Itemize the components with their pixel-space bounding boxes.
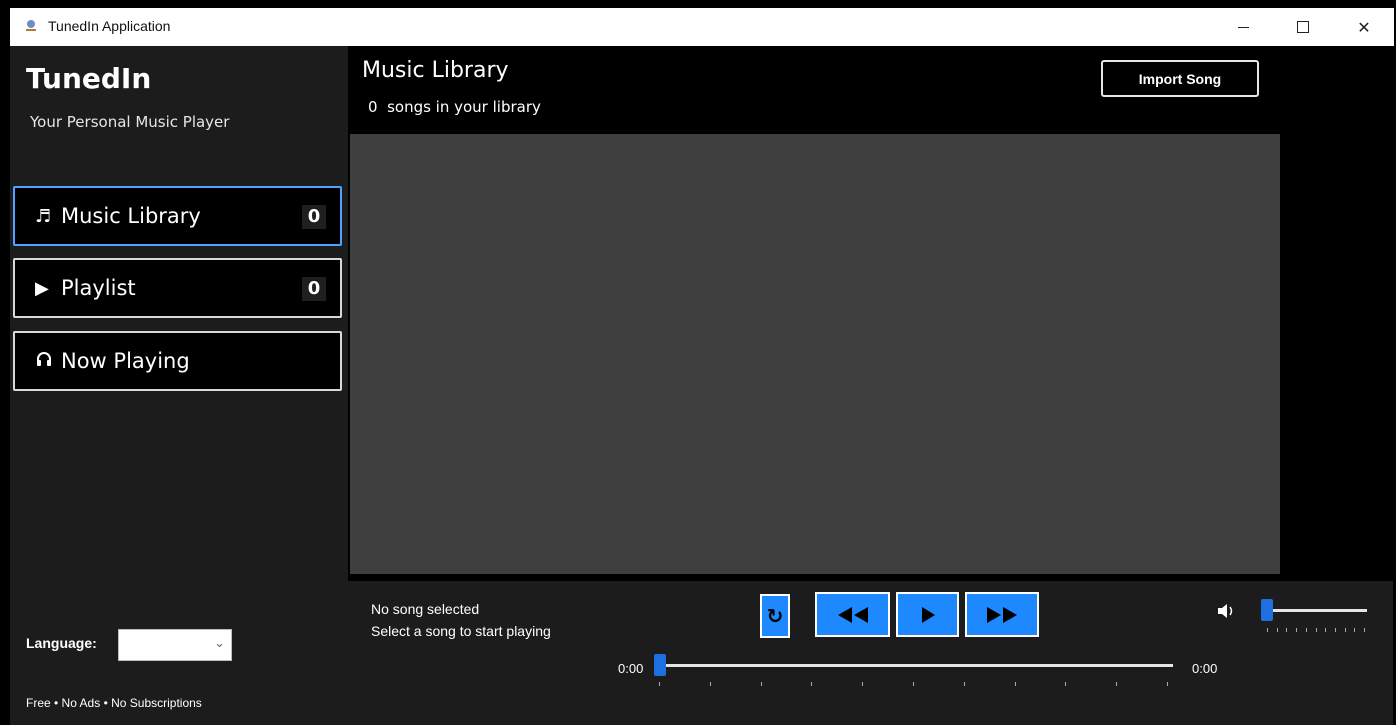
page-title: Music Library: [362, 58, 509, 83]
music-note-icon: ♬: [35, 205, 52, 227]
song-list[interactable]: [350, 134, 1280, 574]
volume-slider-track[interactable]: [1266, 609, 1367, 612]
seek-tick: [913, 682, 914, 686]
language-select[interactable]: ⌄: [118, 629, 232, 661]
play-icon: [921, 606, 935, 623]
volume-tick: [1364, 628, 1365, 632]
window-title: TunedIn Application: [48, 18, 171, 34]
volume-tick: [1296, 628, 1298, 632]
next-button[interactable]: [965, 592, 1039, 637]
sidebar: TunedIn Your Personal Music Player ♬ Mus…: [10, 46, 348, 725]
now-playing-subtitle: Select a song to start playing: [371, 623, 551, 639]
volume-tick: [1315, 628, 1317, 632]
seek-tick: [1014, 682, 1016, 686]
volume-tick: [1325, 628, 1327, 632]
play-button[interactable]: [896, 592, 959, 637]
nav-label: Now Playing: [61, 349, 190, 373]
nav-playlist[interactable]: ▶ Playlist 0: [13, 258, 342, 318]
song-count-text: 0 songs in your library: [368, 98, 541, 116]
minimize-button[interactable]: [1213, 8, 1273, 46]
volume-tick: [1267, 628, 1268, 632]
seek-tick: [709, 682, 711, 686]
seek-slider-track[interactable]: [658, 664, 1173, 667]
player-bar: No song selected Select a song to start …: [348, 581, 1393, 725]
volume-slider-thumb[interactable]: [1261, 599, 1273, 621]
volume-tick: [1334, 628, 1336, 632]
nav-label: Playlist: [61, 276, 136, 300]
volume-tick: [1354, 628, 1356, 632]
volume-tick: [1344, 628, 1346, 632]
language-label: Language:: [26, 635, 97, 651]
close-icon: ✕: [1357, 17, 1371, 37]
nav-count-badge: 0: [302, 205, 326, 229]
seek-tick: [1065, 682, 1067, 686]
import-song-button[interactable]: Import Song: [1101, 60, 1259, 97]
volume-icon: [1218, 603, 1236, 622]
maximize-button[interactable]: [1273, 8, 1333, 46]
previous-button[interactable]: [815, 592, 890, 637]
repeat-icon: ↻: [766, 604, 784, 628]
chevron-down-icon: ⌄: [214, 636, 225, 651]
seek-tick: [963, 682, 965, 686]
total-time: 0:00: [1192, 661, 1218, 676]
app-icon: [26, 20, 36, 31]
seek-tick: [659, 682, 660, 686]
nav-now-playing[interactable]: Now Playing: [13, 331, 342, 391]
current-time: 0:00: [618, 661, 644, 676]
seek-slider-thumb[interactable]: [654, 654, 666, 676]
volume-tick: [1286, 628, 1288, 632]
volume-tick: [1305, 628, 1307, 632]
window-titlebar: TunedIn Application ✕: [10, 8, 1394, 46]
app-tagline: Your Personal Music Player: [30, 113, 230, 131]
nav-music-library[interactable]: ♬ Music Library 0: [13, 186, 342, 246]
minimize-icon: [1237, 26, 1249, 28]
seek-tick: [1116, 682, 1118, 686]
loop-button[interactable]: ↻: [760, 594, 790, 638]
seek-tick: [862, 682, 864, 686]
footer-text: Free • No Ads • No Subscriptions: [26, 696, 202, 710]
volume-tick: [1276, 628, 1278, 632]
seek-tick: [811, 682, 813, 686]
seek-tick: [760, 682, 762, 686]
play-icon: ▶: [35, 277, 49, 299]
app-brand: TunedIn: [26, 62, 152, 95]
now-playing-title: No song selected: [371, 601, 480, 617]
seek-tick: [1167, 682, 1168, 686]
rewind-icon: [837, 606, 868, 623]
nav-count-badge: 0: [302, 277, 326, 301]
maximize-icon: [1297, 21, 1309, 33]
headphones-icon: [35, 350, 61, 373]
nav-label: Music Library: [61, 204, 201, 228]
fast-forward-icon: [987, 606, 1017, 623]
close-button[interactable]: ✕: [1334, 8, 1394, 46]
